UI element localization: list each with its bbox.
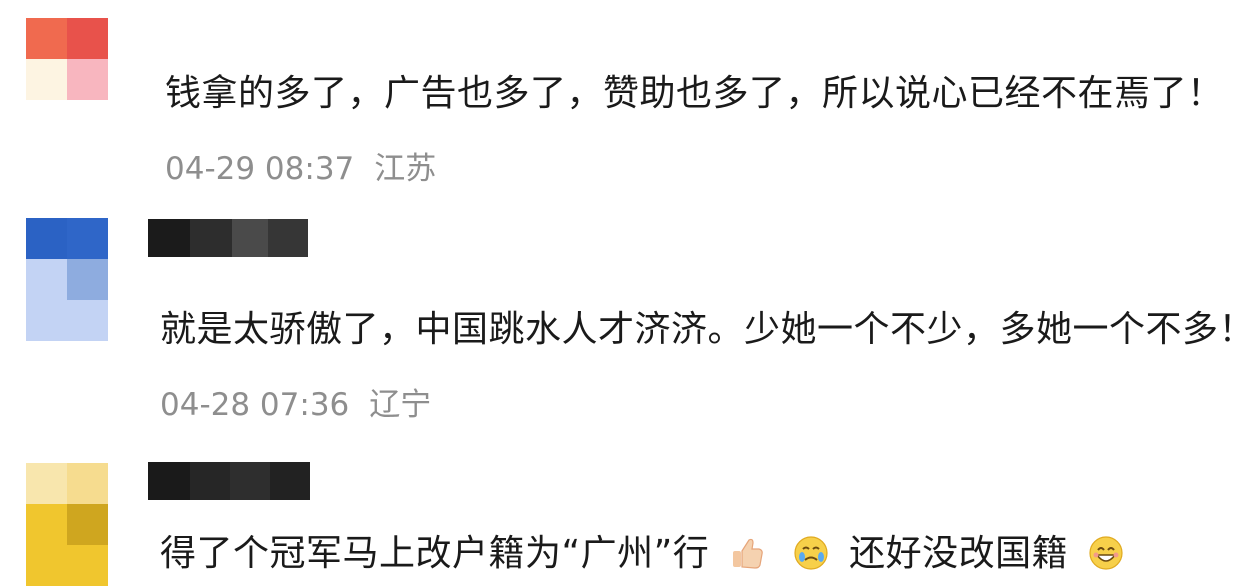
avatar-pixel [26,545,67,586]
avatar-pixel [67,504,108,545]
avatar-pixel [67,463,108,504]
comment-text-part: 还好没改国籍 [849,533,1069,574]
thumbs-up-icon [729,535,765,571]
smiling-face-icon [1088,535,1124,571]
avatar-pixel [26,504,67,545]
comment-item: 得了个冠军马上改户籍为“广州”行 还好没改国籍 [0,0,1242,586]
avatar-pixel [26,463,67,504]
comment-text: 得了个冠军马上改户籍为“广州”行 还好没改国籍 [160,532,1132,576]
avatar-pixel [67,545,108,586]
crying-face-icon [793,535,829,571]
redacted-username [148,462,310,500]
comment-text-part: 得了个冠军马上改户籍为“广州”行 [160,533,710,574]
avatar[interactable] [26,463,108,586]
